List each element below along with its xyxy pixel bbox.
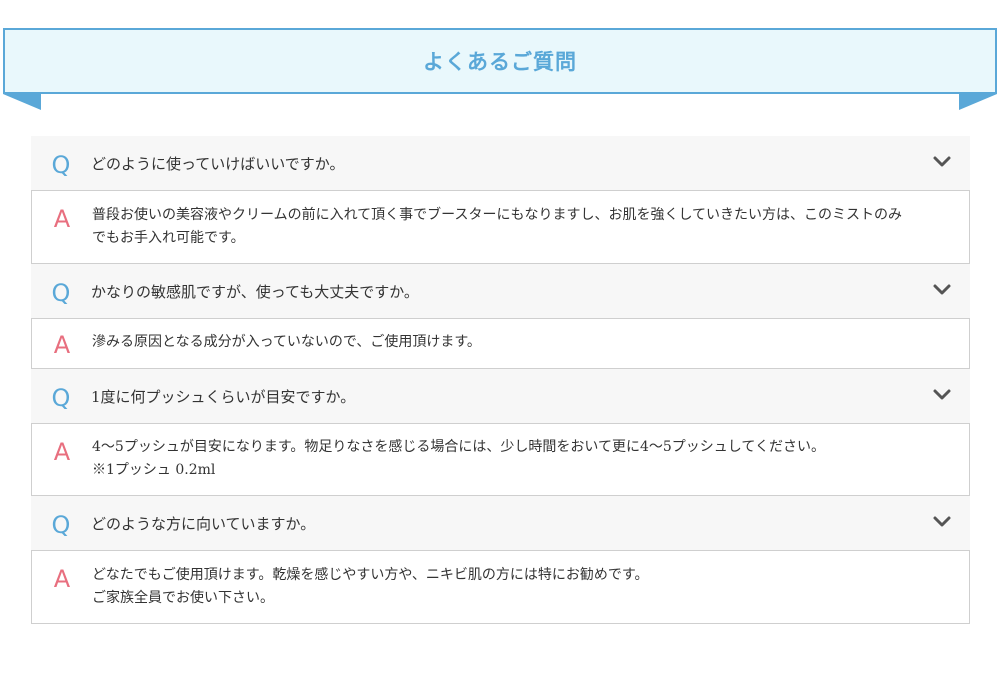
ribbon-fold-right: [959, 94, 997, 110]
faq-answer-1: A 普段お使いの美容液やクリームの前に入れて頂く事でブースターにもなりますし、お…: [31, 190, 970, 264]
answer-text: 普段お使いの美容液やクリームの前に入れて頂く事でブースターにもなりますし、お肌を…: [92, 191, 969, 250]
page-title: よくあるご質問: [423, 50, 577, 74]
question-mark: Q: [51, 384, 71, 412]
faq-answer-4: A どなたでもご使用頂けます。乾燥を感じやすい方や、ニキビ肌の方には特にお勧めで…: [31, 550, 970, 624]
faq-header: よくあるご質問: [3, 28, 997, 110]
answer-text: どなたでもご使用頂けます。乾燥を感じやすい方や、ニキビ肌の方には特にお勧めです。…: [92, 551, 969, 610]
answer-line: 滲みる原因となる成分が入っていないので、ご使用頂けます。: [92, 334, 481, 350]
answer-line: 4～5プッシュが目安になります。物足りなさを感じる場合には、少し時間をおいて更に…: [92, 439, 825, 455]
answer-line: ※1プッシュ 0.2ml: [92, 462, 216, 478]
chevron-down-icon[interactable]: [932, 283, 952, 297]
answer-text: 滲みる原因となる成分が入っていないので、ご使用頂けます。: [92, 319, 969, 354]
answer-line: でもお手入れ可能です。: [92, 230, 245, 246]
faq-answer-3: A 4～5プッシュが目安になります。物足りなさを感じる場合には、少し時間をおいて…: [31, 423, 970, 496]
answer-mark: A: [53, 205, 71, 233]
faq-list: Q どのように使っていけばいいですか。 A 普段お使いの美容液やクリームの前に入…: [31, 136, 970, 624]
question-text: かなりの敏感肌ですが、使っても大丈夫ですか。: [91, 282, 419, 301]
answer-line: ご家族全員でお使い下さい。: [92, 590, 274, 606]
chevron-down-icon[interactable]: [932, 515, 952, 529]
answer-mark: A: [53, 438, 71, 466]
faq-question-4[interactable]: Q どのような方に向いていますか。: [31, 496, 970, 550]
question-text: どのような方に向いていますか。: [91, 514, 316, 533]
faq-answer-2: A 滲みる原因となる成分が入っていないので、ご使用頂けます。: [31, 318, 970, 369]
faq-question-3[interactable]: Q 1度に何プッシュくらいが目安ですか。: [31, 369, 970, 423]
faq-header-banner: よくあるご質問: [3, 28, 997, 94]
faq-question-1[interactable]: Q どのように使っていけばいいですか。: [31, 136, 970, 190]
question-text: 1度に何プッシュくらいが目安ですか。: [91, 387, 356, 406]
answer-line: どなたでもご使用頂けます。乾燥を感じやすい方や、ニキビ肌の方には特にお勧めです。: [92, 567, 649, 583]
answer-text: 4～5プッシュが目安になります。物足りなさを感じる場合には、少し時間をおいて更に…: [92, 424, 969, 482]
chevron-down-icon[interactable]: [932, 155, 952, 169]
answer-mark: A: [53, 331, 71, 359]
ribbon-fold-left: [3, 94, 41, 110]
question-mark: Q: [51, 151, 71, 179]
question-mark: Q: [51, 279, 71, 307]
chevron-down-icon[interactable]: [932, 388, 952, 402]
faq-question-2[interactable]: Q かなりの敏感肌ですが、使っても大丈夫ですか。: [31, 264, 970, 318]
question-text: どのように使っていけばいいですか。: [91, 154, 345, 173]
answer-line: 普段お使いの美容液やクリームの前に入れて頂く事でブースターにもなりますし、お肌を…: [92, 207, 903, 223]
question-mark: Q: [51, 511, 71, 539]
answer-mark: A: [53, 565, 71, 593]
